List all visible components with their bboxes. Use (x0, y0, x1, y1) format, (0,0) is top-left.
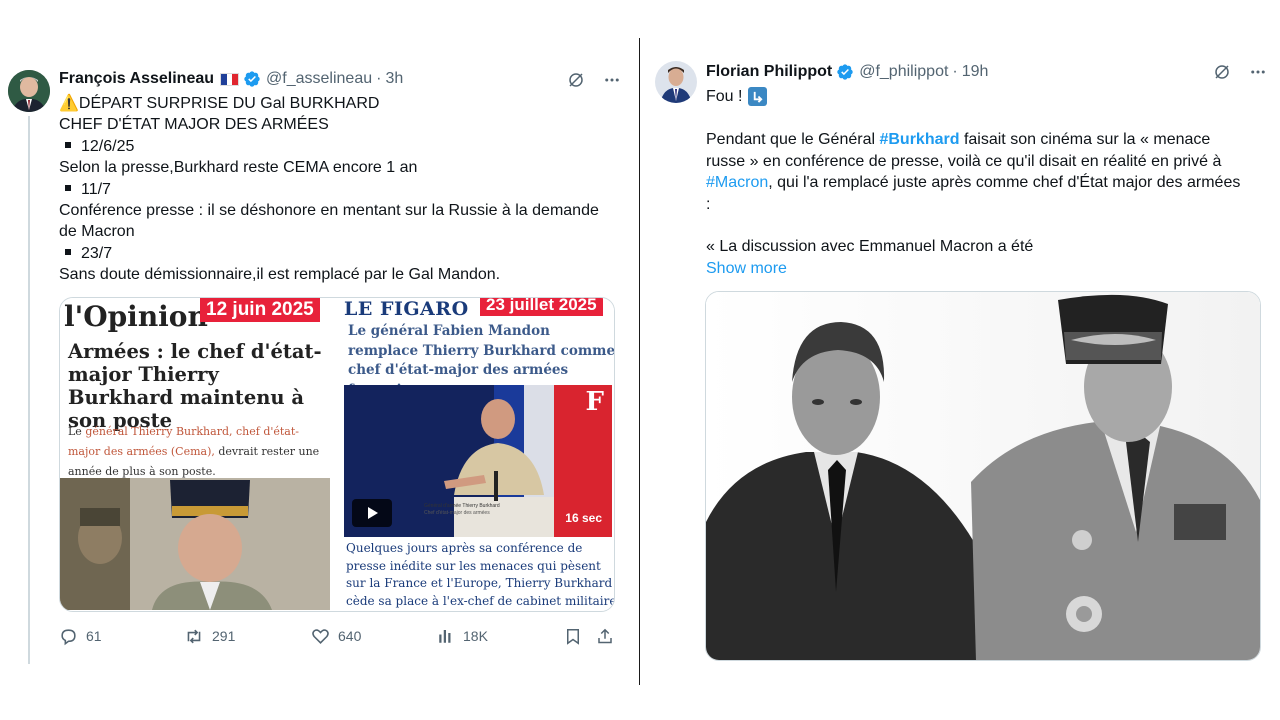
text-line: 11/7 (81, 180, 111, 198)
verified-icon (837, 64, 853, 80)
verified-icon (244, 71, 260, 87)
figaro-f-logo: F (585, 387, 604, 417)
text-line: Sans doute démissionnaire,il est remplac… (59, 266, 501, 284)
tweet-time[interactable]: 19h (962, 63, 989, 81)
left-tweet-text: ⚠️DÉPART SURPRISE DU Gal BURKHARD CHEF D… (59, 93, 599, 286)
more-icon[interactable] (1248, 62, 1268, 82)
reply-button[interactable]: 61 (59, 627, 102, 646)
text-line: de Macron (59, 223, 135, 241)
tweet-time[interactable]: 3h (385, 70, 403, 88)
author-name[interactable]: François Asselineau (59, 70, 214, 88)
grok-icon[interactable] (1212, 62, 1232, 82)
bookmark-icon (567, 628, 579, 645)
share-icon (598, 628, 612, 643)
reply-icon (61, 628, 76, 645)
author-handle[interactable]: @f_philippot (859, 63, 948, 81)
video-caption-1: Général d'armée Thierry Burkhard (424, 503, 500, 509)
arrow-down-right-icon (748, 87, 768, 107)
text-line: Selon la presse,Burkhard reste CEMA enco… (59, 159, 418, 177)
avatar-asselineau[interactable] (8, 70, 50, 112)
views-icon (439, 630, 451, 643)
bullet-icon (65, 142, 71, 149)
author-name[interactable]: Florian Philippot (706, 63, 832, 81)
right-tweet-text: Fou ! Pendant que le Général #Burkhard f… (706, 86, 1240, 279)
author-handle[interactable]: @f_asselineau (266, 70, 372, 88)
figaro-clipping: LE FIGARO 23 juillet 2025 Le général Fab… (340, 298, 615, 610)
right-tweet-header: Florian Philippot @f_philippot · 19h (706, 63, 989, 81)
video-duration: 16 sec (565, 511, 602, 525)
figaro-logo: LE FIGARO (344, 298, 469, 320)
bookmark-button[interactable] (564, 627, 582, 646)
hashtag-burkhard[interactable]: #Burkhard (879, 131, 959, 148)
right-tweet-media[interactable] (705, 291, 1261, 661)
like-count: 640 (338, 628, 362, 644)
repost-icon (187, 629, 201, 643)
opinion-date-badge: 12 juin 2025 (200, 298, 320, 322)
left-tweet-media[interactable]: l'Opinion 12 juin 2025 Armées : le chef … (59, 297, 615, 612)
macron-burkhard-photo (706, 292, 1260, 660)
text-line: ⚠️DÉPART SURPRISE DU Gal BURKHARD (59, 95, 380, 112)
figaro-date-badge: 23 juillet 2025 (480, 298, 603, 316)
text-line: Fou ! (706, 88, 743, 105)
views-count: 18K (463, 628, 488, 644)
reply-count: 61 (86, 628, 102, 644)
video-caption-2: Chef d'état-major des armées (424, 510, 490, 516)
text-line: 23/7 (81, 244, 113, 262)
like-button[interactable]: 640 (311, 627, 361, 646)
opinion-clipping: l'Opinion 12 juin 2025 Armées : le chef … (60, 298, 338, 610)
share-button[interactable] (596, 627, 614, 646)
figaro-body: Quelques jours après sa conférence de pr… (346, 541, 615, 608)
text-line: « La discussion avec Emmanuel Macron a é… (706, 238, 1034, 256)
views-button[interactable]: 18K (437, 627, 488, 645)
left-tweet-actions: 61 291 640 18K (59, 626, 615, 646)
bullet-icon (65, 184, 71, 191)
like-icon (312, 628, 329, 644)
figaro-video[interactable]: F Général d'armée Thierry Burkhard Chef … (344, 385, 612, 537)
grok-icon[interactable] (566, 70, 586, 90)
opinion-headline: Armées : le chef d'état-major Thierry Bu… (68, 340, 322, 432)
left-top-icons (566, 70, 622, 90)
text-line: Conférence presse : il se déshonore en m… (59, 202, 599, 220)
text-line: 12/6/25 (81, 137, 135, 155)
text-line: CHEF D'ÉTAT MAJOR DES ARMÉES (59, 116, 329, 134)
play-button[interactable] (352, 499, 392, 527)
panel-divider (639, 38, 640, 685)
bullet-icon (65, 249, 71, 256)
repost-count: 291 (212, 628, 236, 644)
thread-line (28, 116, 30, 664)
left-tweet-header: François Asselineau @f_asselineau · 3h (59, 70, 404, 88)
french-flag-icon (220, 72, 240, 86)
avatar-philippot[interactable] (655, 61, 697, 103)
show-more-link[interactable]: Show more (706, 258, 1240, 279)
repost-button[interactable]: 291 (184, 627, 235, 646)
play-icon (368, 507, 378, 519)
hashtag-macron[interactable]: #Macron (706, 174, 768, 191)
text-line: : (706, 195, 711, 213)
burkhard-photo (60, 478, 330, 610)
text-line: russe » en conférence de presse, voilà c… (706, 152, 1222, 170)
more-icon[interactable] (602, 70, 622, 90)
right-top-icons (1212, 62, 1268, 82)
opinion-lede: Le général Thierry Burkhard, chef d'état… (68, 425, 320, 478)
opinion-logo: l'Opinion (64, 300, 208, 333)
